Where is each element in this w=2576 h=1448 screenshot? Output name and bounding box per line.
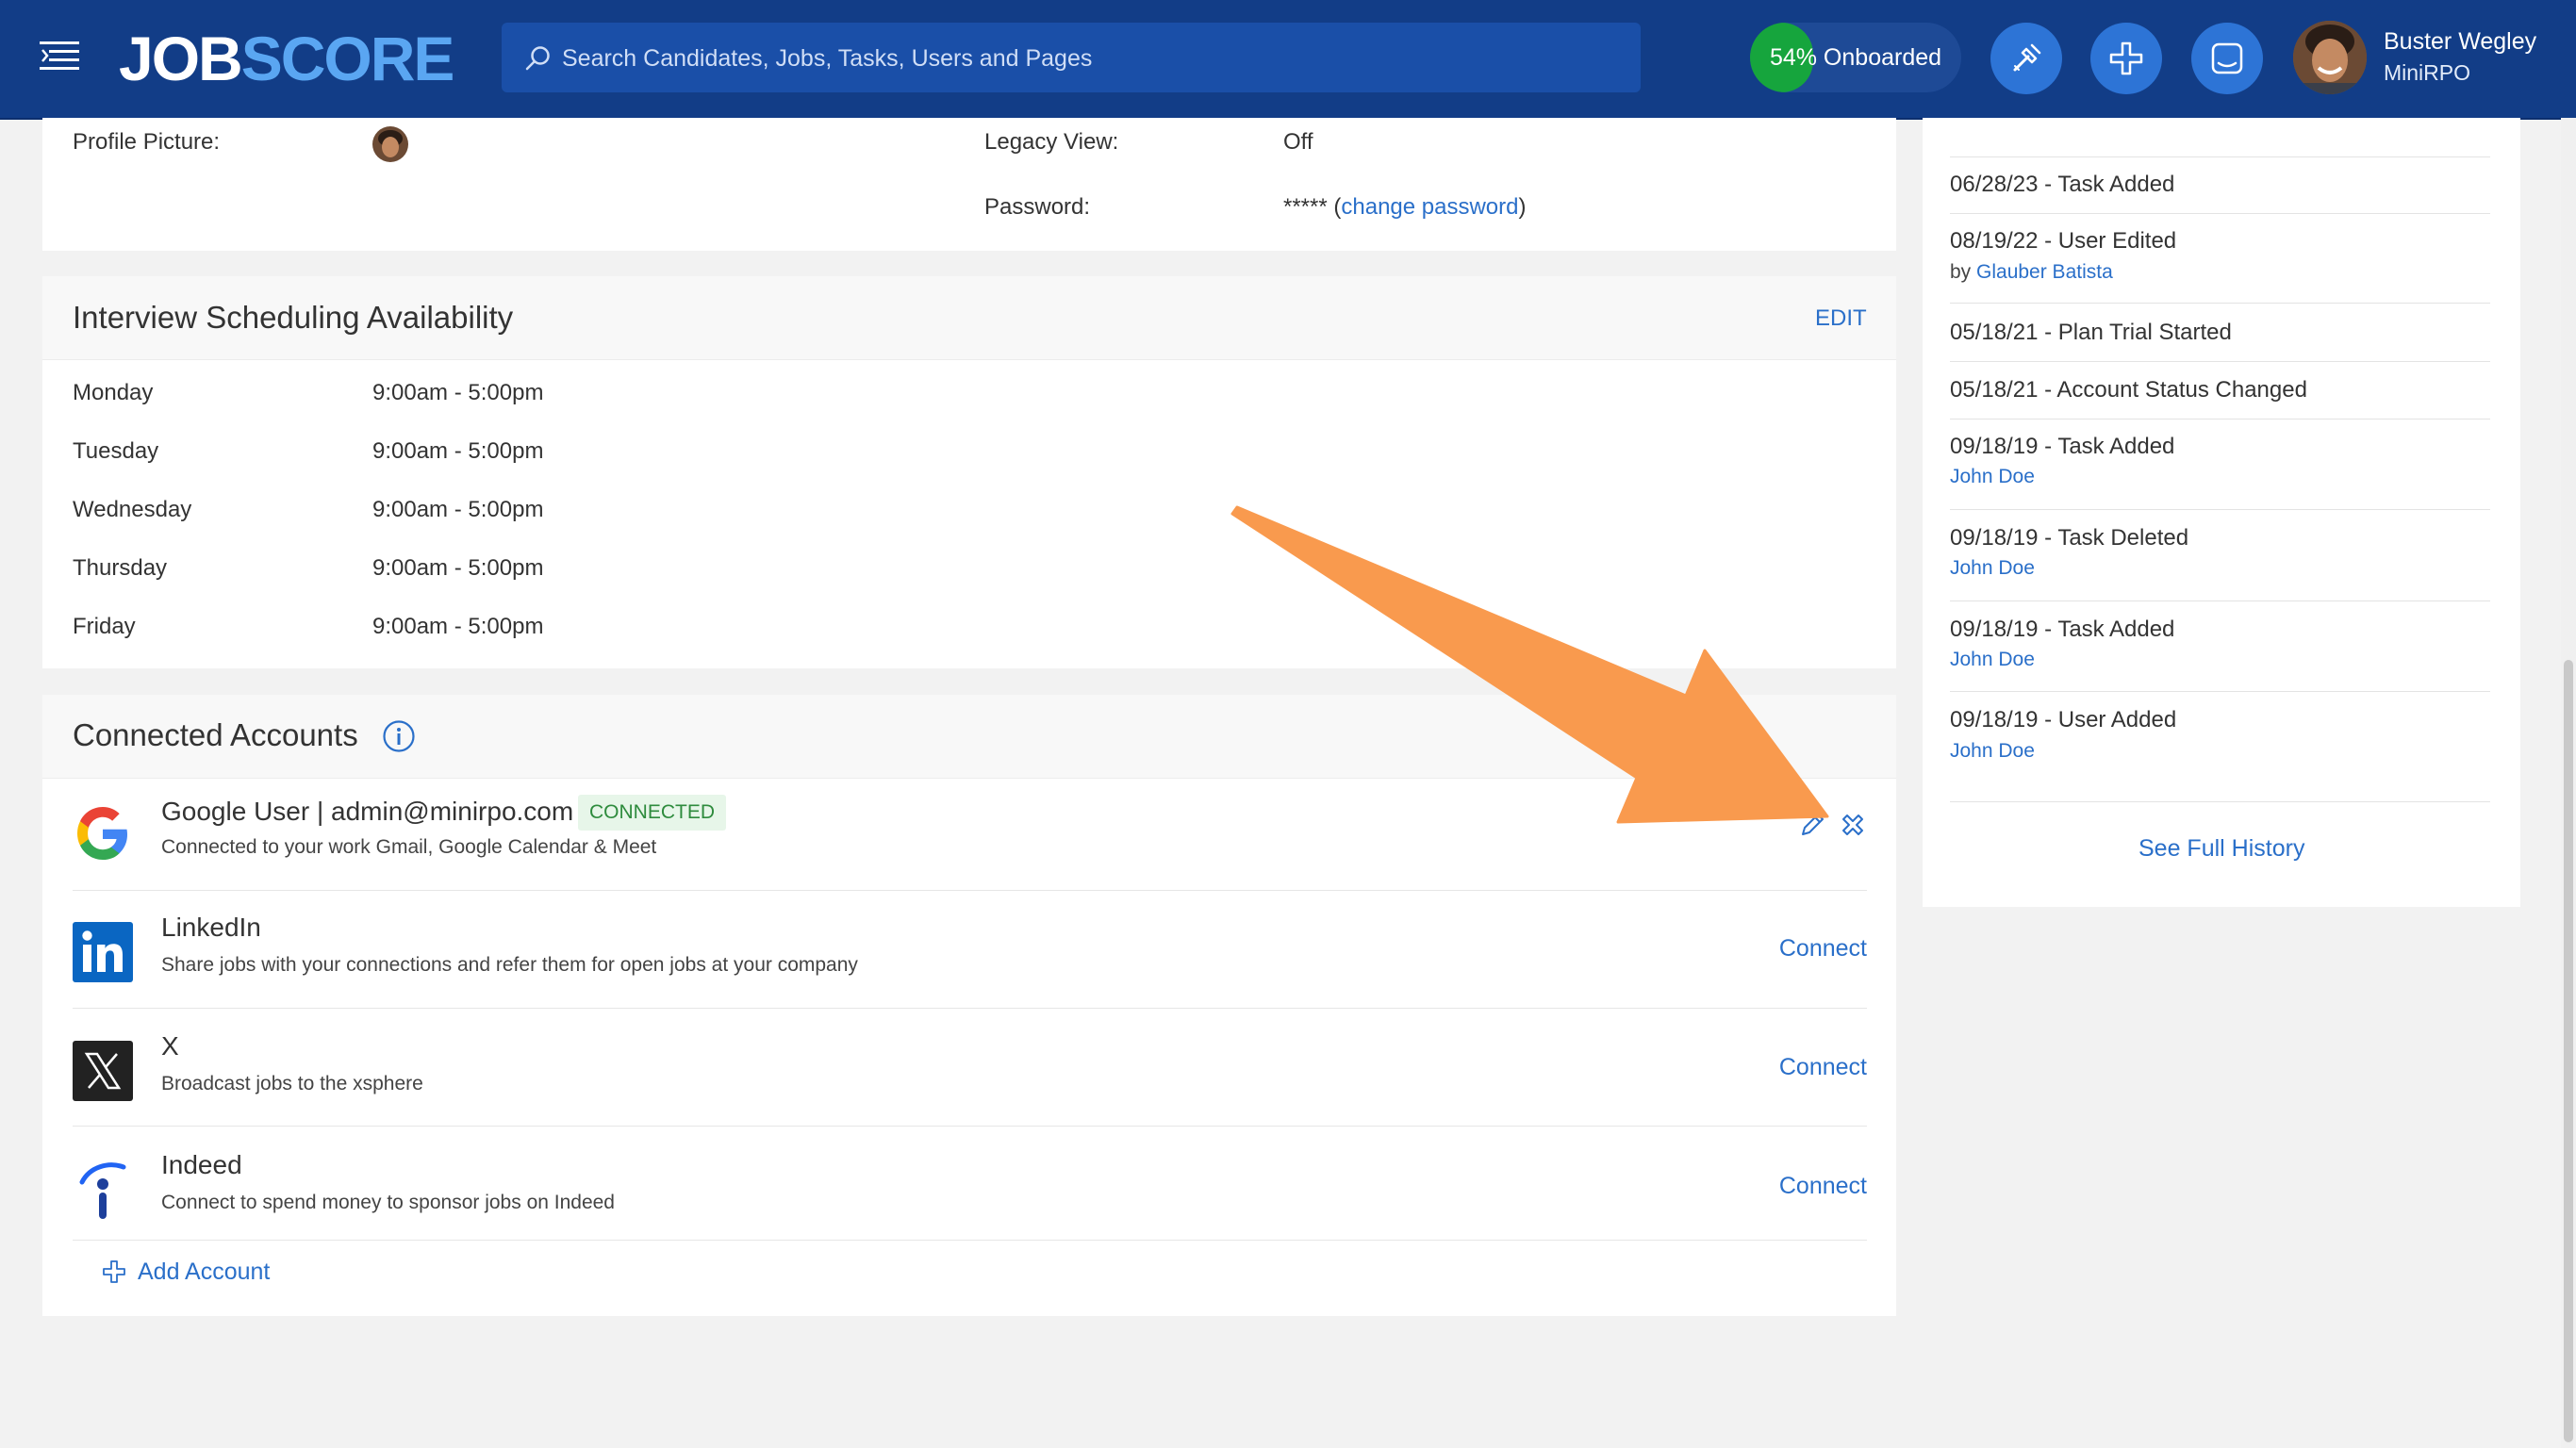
annotation-arrow — [1230, 505, 1829, 824]
